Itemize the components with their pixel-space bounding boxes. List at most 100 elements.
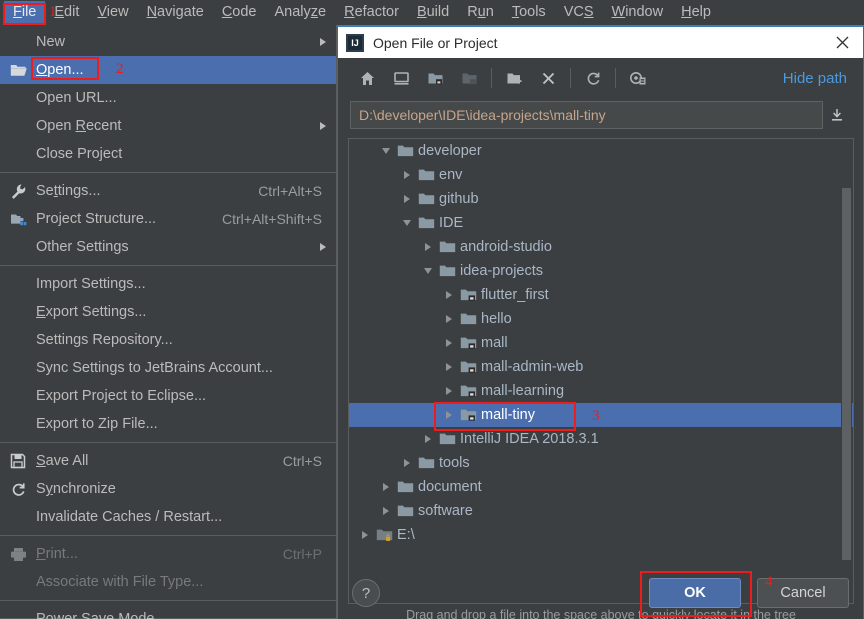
tree-node[interactable]: android-studio [349, 235, 854, 259]
tree-node[interactable]: mall [349, 331, 854, 355]
home-icon[interactable] [350, 63, 384, 93]
tree-node[interactable]: env [349, 163, 854, 187]
file-menu-item-settings[interactable]: Settings...Ctrl+Alt+S [0, 177, 336, 205]
tree-node[interactable]: IntelliJ IDEA 2018.3.1 [349, 427, 854, 451]
tree-node[interactable]: tools [349, 451, 854, 475]
module-folder-icon [452, 63, 486, 93]
file-menu-item-invalidate-caches-restart[interactable]: Invalidate Caches / Restart... [0, 503, 336, 531]
tree-node[interactable]: mall-admin-web [349, 355, 854, 379]
file-menu-item-power-save-mode[interactable]: Power Save Mode [0, 605, 336, 619]
hide-path-link[interactable]: Hide path [783, 70, 851, 87]
tree-node[interactable]: IDE [349, 211, 854, 235]
chevron-right-icon[interactable] [441, 283, 457, 307]
file-menu-item-sync-settings-to-jetbrains-account[interactable]: Sync Settings to JetBrains Account... [0, 354, 336, 382]
menubar-item-analyze[interactable]: Analyze [266, 1, 336, 24]
menubar-item-label: Build [417, 4, 449, 20]
chevron-right-icon[interactable] [420, 427, 436, 451]
menubar-item-file[interactable]: File [4, 1, 45, 24]
file-menu-item-export-project-to-eclipse[interactable]: Export Project to Eclipse... [0, 382, 336, 410]
open-folder-icon [0, 56, 36, 84]
chevron-right-icon[interactable] [399, 187, 415, 211]
help-button[interactable]: ? [352, 579, 380, 607]
tree-node[interactable]: document [349, 475, 854, 499]
file-menu-item-label: New [36, 34, 310, 50]
chevron-down-icon[interactable] [399, 211, 415, 235]
tree-node-label: mall-tiny [479, 407, 535, 423]
chevron-right-icon[interactable] [378, 475, 394, 499]
file-menu-item-label: Export Project to Eclipse... [36, 388, 336, 404]
file-menu-item-open-url[interactable]: Open URL... [0, 84, 336, 112]
menubar-item-navigate[interactable]: Navigate [138, 1, 213, 24]
tree-node[interactable]: mall-learning [349, 379, 854, 403]
file-menu-item-open-recent[interactable]: Open Recent [0, 112, 336, 140]
open-file-or-project-dialog: IJ Open File or Project [337, 25, 864, 619]
show-hidden-icon[interactable] [621, 63, 655, 93]
menubar-item-window[interactable]: Window [603, 1, 673, 24]
chevron-right-icon[interactable] [399, 163, 415, 187]
chevron-right-icon[interactable] [357, 523, 373, 547]
path-input[interactable]: D:\developer\IDE\idea-projects\mall-tiny [350, 101, 823, 129]
file-tree[interactable]: developerenvgithubIDEandroid-studioidea-… [349, 139, 854, 603]
file-menu-item-shortcut: Ctrl+S [283, 453, 336, 469]
menubar-item-code[interactable]: Code [213, 1, 266, 24]
tree-node[interactable]: software [349, 499, 854, 523]
tree-scrollbar[interactable] [841, 140, 852, 602]
chevron-right-icon[interactable] [441, 355, 457, 379]
menubar-item-label: View [97, 4, 128, 20]
file-menu-item-export-to-zip-file[interactable]: Export to Zip File... [0, 410, 336, 438]
refresh-icon[interactable] [576, 63, 610, 93]
file-menu-item-import-settings[interactable]: Import Settings... [0, 270, 336, 298]
file-menu-item-close-project[interactable]: Close Project [0, 140, 336, 168]
file-menu-item-save-all[interactable]: Save AllCtrl+S [0, 447, 336, 475]
chevron-down-icon[interactable] [420, 259, 436, 283]
menubar-item-build[interactable]: Build [408, 1, 458, 24]
tree-node-label: flutter_first [479, 287, 549, 303]
file-menu-item-export-settings[interactable]: Export Settings... [0, 298, 336, 326]
menubar-item-view[interactable]: View [88, 1, 137, 24]
chevron-down-icon[interactable] [378, 139, 394, 163]
folder-icon [457, 307, 479, 331]
chevron-right-icon[interactable] [399, 451, 415, 475]
annotation-number-1: 1 [49, 4, 57, 21]
file-menu-item-label: Open Recent [36, 118, 310, 134]
chevron-right-icon[interactable] [420, 235, 436, 259]
file-menu-item-synchronize[interactable]: Synchronize [0, 475, 336, 503]
chevron-right-icon[interactable] [441, 379, 457, 403]
new-folder-icon[interactable] [497, 63, 531, 93]
tree-scrollbar-thumb[interactable] [842, 188, 851, 560]
file-menu-item-label: Project Structure... [36, 211, 222, 227]
tree-node[interactable]: mall-tiny [349, 403, 854, 427]
download-arrow-icon[interactable] [823, 107, 851, 123]
chevron-right-icon[interactable] [441, 403, 457, 427]
file-menu-item-new[interactable]: New [0, 28, 336, 56]
ok-button[interactable]: OK [649, 578, 741, 608]
chevron-right-icon[interactable] [441, 331, 457, 355]
tree-node[interactable]: developer [349, 139, 854, 163]
tree-node[interactable]: github [349, 187, 854, 211]
file-menu-item-other-settings[interactable]: Other Settings [0, 233, 336, 261]
annotation-number-4: 4 [765, 574, 773, 591]
menubar-item-run[interactable]: Run [458, 1, 503, 24]
menubar-item-tools[interactable]: Tools [503, 1, 555, 24]
menubar-item-vcs[interactable]: VCS [555, 1, 603, 24]
file-menu-item-label: Open URL... [36, 90, 336, 106]
tree-node[interactable]: E:\ [349, 523, 854, 547]
close-icon[interactable] [821, 27, 863, 58]
file-menu-item-shortcut: Ctrl+Alt+S [258, 183, 336, 199]
delete-icon[interactable] [531, 63, 565, 93]
menubar-item-refactor[interactable]: Refactor [335, 1, 408, 24]
chevron-right-icon[interactable] [378, 499, 394, 523]
tree-node-label: mall-learning [479, 383, 564, 399]
tree-node[interactable]: flutter_first [349, 283, 854, 307]
tree-node[interactable]: idea-projects [349, 259, 854, 283]
file-menu-item-settings-repository[interactable]: Settings Repository... [0, 326, 336, 354]
save-icon [0, 447, 36, 475]
file-menu-item-project-structure[interactable]: Project Structure...Ctrl+Alt+Shift+S [0, 205, 336, 233]
tree-node[interactable]: hello [349, 307, 854, 331]
file-chooser-toolbar: Hide path [338, 58, 863, 98]
menubar-item-help[interactable]: Help [672, 1, 720, 24]
file-menu-item-open[interactable]: Open... [0, 56, 336, 84]
chevron-right-icon[interactable] [441, 307, 457, 331]
project-folder-icon[interactable] [418, 63, 452, 93]
desktop-icon[interactable] [384, 63, 418, 93]
